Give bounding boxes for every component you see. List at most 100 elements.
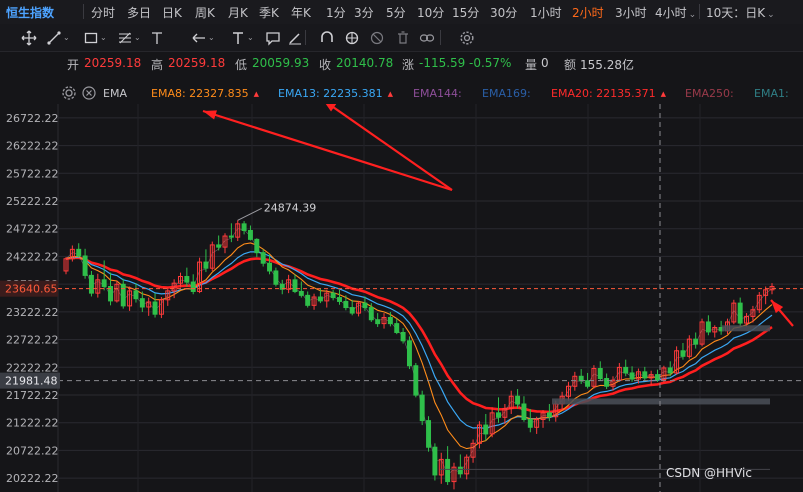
timeframe-tab[interactable]: 3小时 — [615, 4, 647, 21]
y-tick-label: 26722.22 — [6, 112, 59, 125]
candle-body — [267, 262, 273, 272]
instrument-title[interactable]: 恒生指数 — [6, 4, 54, 21]
candle-body — [413, 365, 419, 396]
high-value: 20259.18 — [168, 56, 226, 70]
y-tick-label: 20722.22 — [6, 444, 59, 457]
indicator-item[interactable]: EMA169: — [482, 87, 531, 100]
chevron-down-icon[interactable]: ⌄ — [63, 33, 70, 42]
candle-body — [394, 323, 400, 333]
timeframe-label: 3小时 — [615, 6, 647, 20]
candle-body — [400, 331, 406, 342]
indicator-label: EMA8: — [151, 87, 186, 100]
timeframe-tab[interactable]: 4小时 ⌄ — [655, 4, 696, 21]
text-icon[interactable] — [229, 29, 247, 47]
horizontal-line-icon[interactable] — [148, 29, 166, 47]
divider — [305, 30, 306, 45]
comment-icon[interactable] — [264, 29, 282, 47]
indicator-value: 22327.835 — [185, 87, 249, 100]
chevron-down-icon[interactable]: ⌄ — [208, 33, 215, 42]
candle-body — [82, 255, 88, 276]
low-label: 低 — [235, 58, 248, 72]
chevron-down-icon[interactable]: ⌄ — [100, 33, 107, 42]
timeframe-tab[interactable]: 日K — [162, 4, 182, 21]
candle-body — [667, 367, 673, 374]
y-tick-label: 25222.22 — [6, 195, 59, 208]
candle-body — [88, 274, 94, 294]
timeframe-tab[interactable]: 10天：日K ⌄ — [706, 4, 775, 21]
timeframe-tab[interactable]: 季K — [259, 4, 279, 21]
magnet-icon[interactable] — [318, 29, 336, 47]
timeframe-label: 年K — [291, 6, 311, 20]
timeframe-tab[interactable]: 年K — [291, 4, 311, 21]
timeframe-tab[interactable]: 周K — [195, 4, 215, 21]
sync-icon[interactable] — [343, 29, 361, 47]
indicator-close-icon[interactable] — [80, 84, 98, 102]
timeframe-label: 1小时 — [530, 6, 562, 20]
candle-body — [190, 281, 196, 292]
indicator-item[interactable]: EMA1: — [754, 87, 789, 100]
indicator-settings-icon[interactable] — [60, 84, 78, 102]
timeframe-label: 10分 — [417, 6, 445, 20]
crosshair-price-label: 21981.48 — [5, 375, 58, 388]
trendline-icon[interactable] — [45, 29, 63, 47]
timeframe-tab[interactable]: 1小时 — [530, 4, 562, 21]
support-zone[interactable] — [722, 325, 770, 332]
timeframe-tab[interactable]: 1分 — [326, 4, 346, 21]
rectangle-icon[interactable] — [82, 29, 100, 47]
trash-icon[interactable] — [394, 29, 412, 47]
candle-body — [432, 446, 438, 476]
close-label: 收 — [319, 58, 332, 72]
timeframe-label: 季K — [259, 6, 279, 20]
timeframe-tab[interactable]: 15分 — [452, 4, 479, 21]
y-tick-label: 22722.22 — [6, 334, 59, 347]
timeframe-label: 15分 — [452, 6, 480, 20]
timeframe-tab[interactable]: 5分 — [386, 4, 406, 21]
arrow-icon[interactable] — [190, 29, 208, 47]
triangle-up-icon: ▲ — [253, 90, 260, 98]
chevron-down-icon[interactable]: ⌄ — [134, 33, 141, 42]
pencil-icon[interactable] — [286, 29, 304, 47]
volume-label: 量 — [525, 58, 538, 72]
candle-body — [445, 458, 451, 483]
timeframe-tab[interactable]: 3分 — [354, 4, 374, 21]
indicator-value: 22135.371 — [592, 87, 656, 100]
candle-body — [330, 292, 336, 299]
timeframe-label: 月K — [228, 6, 248, 20]
change-value: -115.59 — [419, 56, 466, 70]
indicator-item[interactable]: EMA250: — [685, 87, 734, 100]
indicator-label: EMA13: — [278, 87, 320, 100]
divider — [699, 4, 700, 19]
settings-icon[interactable] — [458, 29, 476, 47]
timeframe-label: 恒生指数 — [6, 6, 55, 20]
timeframe-label: 2小时 — [572, 6, 604, 20]
timeframe-label: 日K — [162, 6, 182, 20]
candle-body — [337, 297, 342, 302]
high-label: 高 — [151, 58, 164, 72]
chevron-down-icon[interactable]: ⌄ — [247, 33, 254, 42]
fibonacci-icon[interactable] — [116, 29, 134, 47]
indicator-item[interactable]: EMA8: 22327.835 ▲ — [151, 87, 259, 100]
timeframe-tab[interactable]: 10分 — [417, 4, 444, 21]
drawing-toolbar: ⌄ ⌄ ⌄ ⌄ ⌄ — [0, 24, 803, 52]
hide-icon[interactable] — [368, 29, 386, 47]
candle-body — [152, 301, 158, 315]
timeframe-tab[interactable]: 2小时 — [572, 4, 604, 21]
indicator-item[interactable]: EMA144: — [413, 87, 462, 100]
candle-body — [623, 366, 629, 374]
candle-body — [184, 276, 190, 283]
candle-body — [203, 261, 209, 269]
link-icon[interactable] — [418, 29, 436, 47]
indicator-name[interactable]: EMA — [103, 87, 127, 100]
crosshair-icon[interactable] — [20, 29, 38, 47]
candle — [419, 390, 425, 426]
candle-body — [457, 466, 463, 475]
indicator-item[interactable]: EMA20: 22135.371 ▲ — [551, 87, 666, 100]
timeframe-tab[interactable]: 月K — [228, 4, 248, 21]
support-zone[interactable] — [552, 398, 770, 405]
candlestick-chart[interactable]: 26722.22 26222.22 25722.22 25222.22 24722.22… — [0, 104, 803, 492]
timeframe-label: 30分 — [490, 6, 518, 20]
timeframe-tab[interactable]: 分时 — [91, 4, 115, 21]
timeframe-tab[interactable]: 多日 — [127, 4, 151, 21]
timeframe-tab[interactable]: 30分 — [490, 4, 517, 21]
indicator-item[interactable]: EMA13: 22235.381 ▲ — [278, 87, 393, 100]
